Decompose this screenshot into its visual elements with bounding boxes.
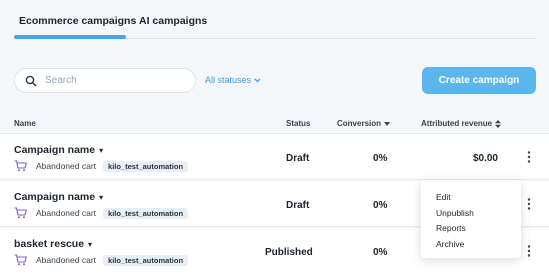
status-value: Published xyxy=(265,247,313,258)
chevron-down-icon xyxy=(254,77,261,82)
campaign-type: Abandoned cart xyxy=(36,208,97,218)
create-campaign-button[interactable]: Create campaign xyxy=(422,67,536,94)
column-header-revenue[interactable]: Attributed revenue xyxy=(421,119,502,128)
tab-ai-campaigns[interactable]: AI campaigns xyxy=(139,15,207,27)
search-input[interactable] xyxy=(45,75,185,86)
column-header-name-label: Name xyxy=(14,119,36,128)
campaign-meta: Abandoned cart kilo_test_automation xyxy=(14,160,189,172)
campaign-name[interactable]: basket rescue ▾ xyxy=(14,238,92,250)
campaign-name[interactable]: Campaign name ▾ xyxy=(14,144,103,156)
more-options-icon[interactable] xyxy=(524,150,534,164)
sort-both-icon xyxy=(495,119,502,128)
campaign-name-label: Campaign name xyxy=(14,191,96,203)
campaign-meta: Abandoned cart kilo_test_automation xyxy=(14,207,189,219)
conversion-value: 0% xyxy=(373,153,388,164)
campaign-tag: kilo_test_automation xyxy=(103,160,189,172)
revenue-value: $0.00 xyxy=(472,153,498,164)
campaign-tag: kilo_test_automation xyxy=(103,254,189,266)
search-box[interactable] xyxy=(14,68,196,93)
row-actions-menu: Edit Unpublish Reports Archive xyxy=(421,180,521,258)
column-header-conversion-label: Conversion xyxy=(337,119,382,128)
menu-item-archive[interactable]: Archive xyxy=(421,237,521,253)
campaign-type: Abandoned cart xyxy=(36,255,97,265)
more-options-icon[interactable] xyxy=(524,197,534,211)
campaign-name-label: basket rescue xyxy=(14,238,85,250)
cart-icon xyxy=(14,207,27,219)
tab-bar: Ecommerce campaigns AI campaigns xyxy=(0,0,549,40)
cart-icon xyxy=(14,160,27,172)
menu-item-reports[interactable]: Reports xyxy=(421,221,521,237)
status-value: Draft xyxy=(286,153,310,164)
campaign-type: Abandoned cart xyxy=(36,161,97,171)
caret-down-icon[interactable]: ▾ xyxy=(88,240,92,249)
sort-desc-icon xyxy=(384,121,391,126)
conversion-value: 0% xyxy=(373,247,388,258)
more-options-icon[interactable] xyxy=(524,244,534,258)
tabs-divider xyxy=(126,38,536,39)
status-value: Draft xyxy=(286,200,310,211)
column-header-name: Name xyxy=(14,119,36,128)
caret-down-icon[interactable]: ▾ xyxy=(99,193,103,202)
campaign-name-label: Campaign name xyxy=(14,144,96,156)
conversion-value: 0% xyxy=(373,200,388,211)
status-filter-dropdown[interactable]: All statuses xyxy=(205,75,261,85)
campaign-tag: kilo_test_automation xyxy=(103,207,189,219)
campaign-meta: Abandoned cart kilo_test_automation xyxy=(14,254,189,266)
active-tab-indicator xyxy=(14,35,126,39)
menu-item-edit[interactable]: Edit xyxy=(421,190,521,206)
table-row[interactable]: Campaign name ▾ Abandoned cart kilo_test… xyxy=(0,134,549,180)
column-header-revenue-label: Attributed revenue xyxy=(421,119,493,128)
cart-icon xyxy=(14,254,27,266)
column-header-status: Status xyxy=(286,119,310,128)
campaign-name[interactable]: Campaign name ▾ xyxy=(14,191,103,203)
column-header-status-label: Status xyxy=(286,119,311,128)
caret-down-icon[interactable]: ▾ xyxy=(99,146,103,155)
tab-ecommerce-campaigns[interactable]: Ecommerce campaigns xyxy=(19,15,136,27)
column-header-conversion[interactable]: Conversion xyxy=(337,119,391,128)
status-filter-label: All statuses xyxy=(205,75,252,85)
search-icon xyxy=(25,75,37,87)
menu-item-unpublish[interactable]: Unpublish xyxy=(421,206,521,222)
